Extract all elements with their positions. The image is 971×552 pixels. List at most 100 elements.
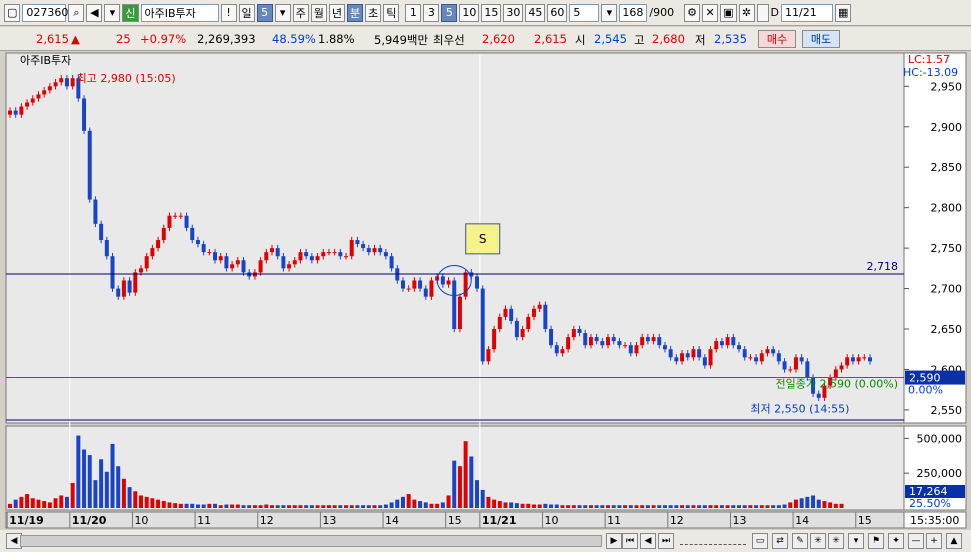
dropdown-icon[interactable]: ▾: [274, 3, 291, 22]
zoom-out-icon[interactable]: ▭: [752, 533, 768, 549]
candle-body: [110, 256, 115, 289]
search-icon[interactable]: ⌕: [68, 3, 85, 22]
candle-body: [36, 94, 41, 99]
volume-bar: [793, 499, 798, 508]
fit-icon[interactable]: ▲: [946, 533, 962, 549]
volume-bar: [560, 505, 565, 508]
window-icon[interactable]: ▢: [4, 3, 21, 22]
candle-body: [754, 357, 759, 362]
time-tick-label: 10: [545, 514, 559, 527]
period-week[interactable]: 주: [292, 3, 309, 22]
candle-body: [765, 349, 770, 354]
period-day-num[interactable]: 5: [256, 3, 273, 22]
scrollbar[interactable]: [20, 535, 602, 547]
tool-icon[interactable]: ✳: [828, 533, 844, 549]
candle-body: [412, 280, 417, 289]
price-tick-label: 2,900: [931, 121, 963, 134]
volume-bar: [708, 505, 713, 508]
tool-icon[interactable]: ✳: [810, 533, 826, 549]
volume-bar: [549, 504, 554, 508]
volume-tick-label: 500,000: [917, 432, 963, 445]
signal-marker[interactable]: S: [465, 223, 501, 255]
interval-3[interactable]: 3: [423, 3, 440, 22]
volume-bar: [486, 496, 491, 508]
zoom-slider[interactable]: [680, 538, 746, 545]
volume-bar: [110, 443, 115, 508]
volume-bar: [731, 505, 736, 508]
tool-icon[interactable]: ⚑: [868, 533, 884, 549]
candle-body: [156, 240, 161, 249]
interval-buttons: 1 3 5 10 15 30 45 60: [405, 3, 568, 22]
dropdown-icon[interactable]: ▾: [601, 3, 618, 22]
sell-button[interactable]: 매도: [802, 30, 840, 48]
tools-icon[interactable]: ✎: [792, 533, 808, 549]
candle-body: [634, 345, 639, 354]
volume-tick-label: 250,000: [917, 467, 963, 480]
current-price: 2,615: [36, 32, 69, 46]
next-icon[interactable]: ⏭: [658, 533, 674, 549]
interval-45[interactable]: 45: [525, 3, 546, 22]
interval-5[interactable]: 5: [441, 3, 458, 22]
turnover-pct: 48.59%: [272, 32, 316, 46]
interval-30[interactable]: 30: [503, 3, 524, 22]
alert-button[interactable]: !: [220, 3, 237, 22]
buy-button[interactable]: 매수: [758, 30, 796, 48]
candle-body: [275, 248, 280, 257]
save-icon[interactable]: ▣: [720, 3, 737, 22]
candle-body: [776, 353, 781, 362]
link-icon[interactable]: ⇄: [772, 533, 788, 549]
interval-60[interactable]: 60: [547, 3, 568, 22]
period-tick[interactable]: 틱: [383, 3, 400, 22]
volume-bar: [36, 499, 41, 508]
volume-bar: [116, 466, 121, 508]
settings-icon[interactable]: ✲: [738, 3, 755, 22]
chart-area[interactable]: 2,5502,6002,6502,7002,7502,8002,8502,900…: [0, 52, 971, 530]
candle-body: [475, 276, 480, 289]
volume-bar: [213, 503, 218, 508]
change: 25: [116, 32, 131, 46]
volume-bar: [662, 505, 667, 508]
stock-name[interactable]: 아주IB투자: [140, 3, 219, 22]
candle-body: [457, 296, 462, 330]
dropdown-icon[interactable]: ▾: [104, 3, 121, 22]
candle-body: [349, 240, 354, 257]
period-day[interactable]: 일: [238, 3, 255, 22]
interval-select[interactable]: 5: [569, 3, 600, 22]
period-year[interactable]: 년: [328, 3, 346, 22]
count-input[interactable]: 168: [619, 3, 648, 22]
period-min[interactable]: 분: [347, 3, 364, 22]
stock-code-input[interactable]: 027360: [22, 3, 68, 22]
time-tick-label: 11: [197, 514, 211, 527]
volume-bar: [440, 502, 445, 508]
candle-body: [782, 361, 787, 370]
tools-icon[interactable]: ⚙: [684, 3, 701, 22]
minus-icon[interactable]: —: [908, 533, 924, 549]
tool-icon[interactable]: ✦: [888, 533, 904, 549]
volume-bar: [207, 503, 212, 508]
volume-bar: [651, 505, 656, 508]
volume-bar: [452, 460, 457, 508]
scroll-right-icon[interactable]: ▶: [606, 533, 622, 549]
period-month[interactable]: 월: [310, 3, 327, 22]
first-icon[interactable]: ⏮: [622, 533, 638, 549]
plus-icon[interactable]: +: [926, 533, 942, 549]
candle-body: [213, 252, 218, 261]
candle-body: [662, 345, 667, 350]
prev-icon[interactable]: ◀: [640, 533, 656, 549]
price-tick-label: 2,800: [931, 202, 963, 215]
period-sec[interactable]: 초: [365, 3, 382, 22]
volume-bar: [685, 505, 690, 508]
date-checkbox[interactable]: [756, 3, 769, 22]
indicator-icon[interactable]: ✕: [702, 3, 719, 22]
date-input[interactable]: 11/21: [781, 3, 833, 22]
quote-bar: 2,615 ▲ 25 +0.97% 2,269,393 48.59% 1.88%…: [0, 27, 971, 51]
interval-10[interactable]: 10: [459, 3, 480, 22]
calendar-icon[interactable]: ▦: [835, 3, 852, 22]
volume-bar: [378, 505, 383, 508]
price-panel[interactable]: [5, 52, 905, 424]
interval-15[interactable]: 15: [481, 3, 502, 22]
interval-1[interactable]: 1: [405, 3, 422, 22]
volume-bar: [754, 505, 759, 508]
pin-icon[interactable]: ▾: [848, 533, 864, 549]
sound-icon[interactable]: ◀: [86, 3, 103, 22]
